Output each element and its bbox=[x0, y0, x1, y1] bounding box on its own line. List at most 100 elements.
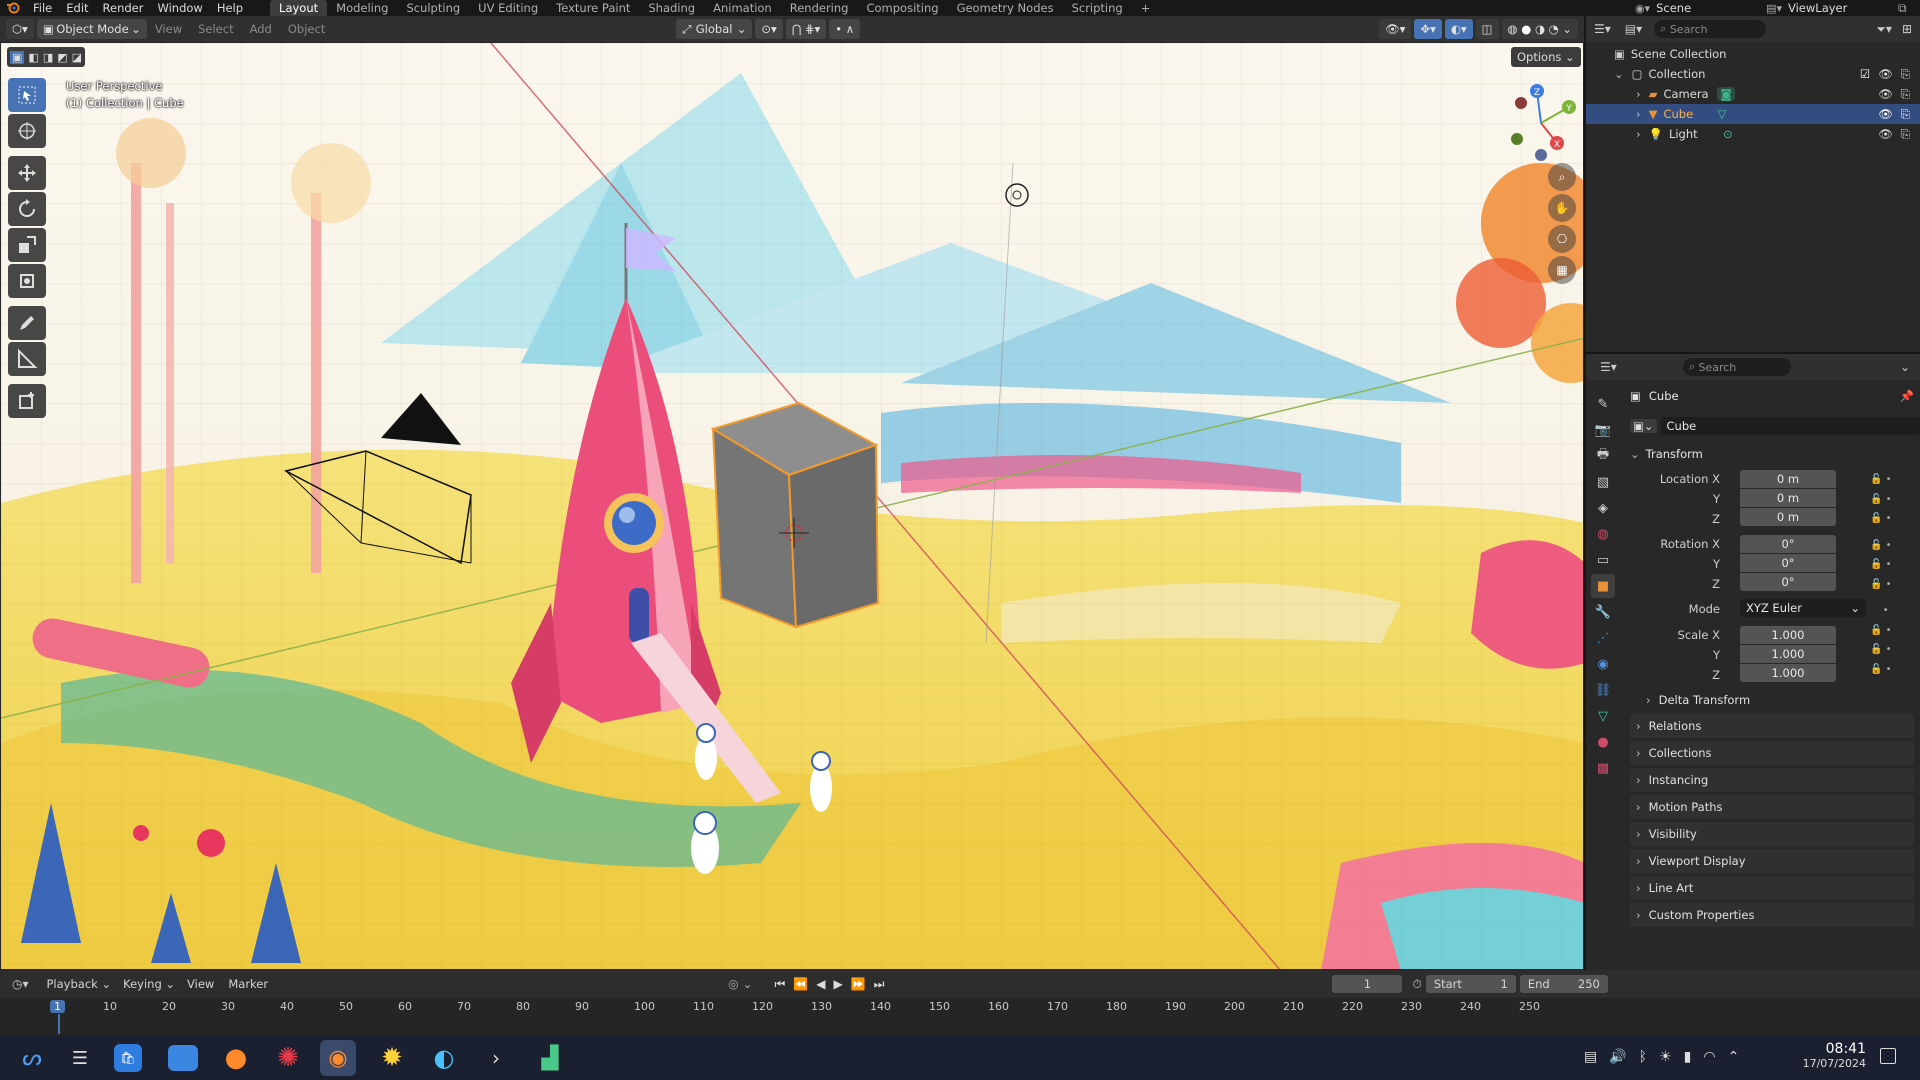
panel-motion-paths[interactable]: › Motion Paths bbox=[1630, 795, 1914, 819]
timeline-view-menu[interactable]: View bbox=[187, 977, 214, 991]
visibility-button[interactable]: 👁▾ bbox=[1379, 19, 1412, 39]
firefox-icon[interactable]: ● bbox=[218, 1040, 254, 1076]
pivot-button[interactable]: ⊙▾ bbox=[755, 19, 783, 39]
lock-icon[interactable]: 🔓 • bbox=[1870, 555, 1910, 575]
keyframe-dot-icon[interactable]: • bbox=[1870, 601, 1910, 621]
lock-icon[interactable]: 🔓 • bbox=[1870, 640, 1910, 660]
lock-icon[interactable]: 🔓 • bbox=[1870, 490, 1910, 510]
camera-render-icon[interactable]: ⎘ bbox=[1901, 107, 1910, 122]
outliner-editor-icon[interactable]: ☰▾ bbox=[1594, 22, 1611, 36]
snap-button[interactable]: ⋂ ⋕▾ bbox=[785, 19, 827, 39]
stopwatch-icon[interactable]: ⏱ bbox=[1412, 977, 1421, 992]
battery-icon[interactable]: ▮ bbox=[1684, 1049, 1692, 1065]
camera-render-icon[interactable]: ⎘ bbox=[1901, 87, 1910, 102]
tab-layout[interactable]: Layout bbox=[270, 0, 328, 16]
scene-name[interactable]: Scene bbox=[1656, 1, 1766, 15]
rotation-mode-dropdown[interactable]: XYZ Euler ⌄ bbox=[1740, 599, 1866, 617]
output-tab-icon[interactable]: 🖶 bbox=[1591, 444, 1615, 468]
add-menu[interactable]: Add bbox=[242, 22, 280, 36]
camera-data-icon[interactable]: ◙ bbox=[1717, 87, 1735, 101]
lock-icon[interactable]: 🔓 • bbox=[1870, 660, 1910, 680]
transform-panel-header[interactable]: ⌄ Transform bbox=[1630, 444, 1914, 464]
jump-end-icon[interactable]: ⏭ bbox=[874, 977, 885, 992]
current-frame-marker[interactable]: 1 bbox=[50, 1000, 65, 1013]
aperture-app-icon[interactable]: ✺ bbox=[270, 1040, 306, 1076]
constraints-tab-icon[interactable]: ⛓ bbox=[1591, 678, 1615, 702]
timeline-ruler[interactable]: 1 10 20 30 40 50 60 70 80 90 100 110 120 130 140 150 160… bbox=[0, 998, 1584, 1034]
orientation-dropdown[interactable]: ⤢ Global ⌄ bbox=[676, 19, 753, 39]
move-tool[interactable] bbox=[8, 156, 46, 190]
volume-icon[interactable]: 🔊 bbox=[1609, 1049, 1626, 1065]
auto-keying-icon[interactable]: ◎ ⌄ bbox=[728, 977, 752, 991]
eye-icon[interactable]: 👁 bbox=[1878, 67, 1893, 81]
launcher-icon[interactable]: ᔕ bbox=[14, 1040, 50, 1076]
object-tab-icon[interactable]: ■ bbox=[1591, 574, 1615, 598]
object-name-field[interactable]: Cube bbox=[1660, 417, 1920, 435]
tab-uv-editing[interactable]: UV Editing bbox=[469, 0, 547, 16]
wifi-icon[interactable]: ◠ bbox=[1703, 1049, 1715, 1065]
data-tab-icon[interactable]: ▽ bbox=[1591, 704, 1615, 728]
show-desktop-icon[interactable] bbox=[1880, 1048, 1896, 1064]
menu-help[interactable]: Help bbox=[210, 1, 250, 15]
shading-buttons[interactable]: ◍ ● ◑ ◔ ⌄ bbox=[1501, 19, 1578, 39]
world-tab-icon[interactable]: ◍ bbox=[1591, 522, 1615, 546]
select-new-icon[interactable]: ▣ bbox=[10, 50, 25, 64]
outliner-row-cube[interactable]: › ▼ Cube ▽ 👁 ⎘ bbox=[1586, 104, 1920, 124]
view-layer-tab-icon[interactable]: ▧ bbox=[1591, 470, 1615, 494]
object-menu[interactable]: Object bbox=[280, 22, 333, 36]
panel-collections[interactable]: › Collections bbox=[1630, 741, 1914, 765]
end-frame-field[interactable]: End 250 bbox=[1519, 975, 1608, 993]
properties-editor-icon[interactable]: ☰▾ bbox=[1600, 360, 1617, 374]
material-shading-icon[interactable]: ◑ bbox=[1535, 22, 1545, 36]
select-subtract-icon[interactable]: ◨ bbox=[43, 51, 53, 64]
timeline-editor-icon[interactable]: ◷▾ bbox=[12, 977, 29, 991]
view-layer-name[interactable]: ViewLayer bbox=[1788, 1, 1898, 15]
browser-app-icon[interactable]: ◐ bbox=[426, 1040, 462, 1076]
xray-button[interactable]: ◫ bbox=[1475, 19, 1499, 39]
rotation-x-field[interactable]: 0° bbox=[1740, 535, 1836, 553]
expand-right-icon[interactable]: › bbox=[1636, 107, 1641, 121]
add-cube-tool[interactable] bbox=[8, 384, 46, 418]
expand-down-icon[interactable]: ⌄ bbox=[1614, 67, 1624, 81]
camera-view-icon[interactable]: ⎔ bbox=[1548, 225, 1576, 253]
play-reverse-icon[interactable]: ◀ bbox=[816, 977, 825, 991]
file-manager-icon[interactable] bbox=[168, 1045, 198, 1071]
panel-custom-properties[interactable]: › Custom Properties bbox=[1630, 903, 1914, 927]
scale-x-field[interactable]: 1.000 bbox=[1740, 626, 1836, 644]
lock-icon[interactable]: 🔓 • bbox=[1870, 621, 1910, 641]
menu-file[interactable]: File bbox=[26, 1, 59, 15]
material-tab-icon[interactable]: ● bbox=[1591, 730, 1615, 754]
tab-shading[interactable]: Shading bbox=[639, 0, 704, 16]
current-frame-field[interactable]: 1 bbox=[1332, 975, 1403, 993]
tab-modeling[interactable]: Modeling bbox=[327, 0, 397, 16]
camera-render-icon[interactable]: ⎘ bbox=[1901, 67, 1910, 82]
tab-texture-paint[interactable]: Texture Paint bbox=[547, 0, 639, 16]
eye-icon[interactable]: 👁 bbox=[1878, 107, 1893, 121]
system-settings-icon[interactable]: ☰ bbox=[62, 1040, 98, 1076]
clock[interactable]: 08:41 17/07/2024 bbox=[1796, 1041, 1866, 1070]
outliner-row-scene-collection[interactable]: ▣ Scene Collection bbox=[1586, 44, 1920, 64]
panel-viewport-display[interactable]: › Viewport Display bbox=[1630, 849, 1914, 873]
tab-geometry-nodes[interactable]: Geometry Nodes bbox=[948, 0, 1063, 16]
weather-app-icon[interactable]: ✹ bbox=[374, 1040, 410, 1076]
proportional-edit-button[interactable]: • ∧ bbox=[829, 19, 861, 39]
location-y-field[interactable]: 0 m bbox=[1740, 489, 1836, 507]
outliner-row-camera[interactable]: › ▰ Camera ◙ 👁 ⎘ bbox=[1586, 84, 1920, 104]
ortho-grid-icon[interactable]: ▦ bbox=[1548, 256, 1576, 284]
panel-relations[interactable]: › Relations bbox=[1630, 714, 1914, 738]
scale-y-field[interactable]: 1.000 bbox=[1740, 645, 1836, 663]
menu-render[interactable]: Render bbox=[96, 1, 151, 15]
expand-right-icon[interactable]: › bbox=[1636, 87, 1641, 101]
select-intersect-icon[interactable]: ◪ bbox=[72, 51, 82, 64]
app-store-icon[interactable]: 🛍 bbox=[114, 1044, 142, 1072]
select-extend-icon[interactable]: ◧ bbox=[28, 51, 38, 64]
system-monitor-icon[interactable]: ▟ bbox=[532, 1040, 568, 1076]
annotate-tool[interactable] bbox=[8, 306, 46, 340]
tab-sculpting[interactable]: Sculpting bbox=[397, 0, 469, 16]
lock-icon[interactable]: 🔓 • bbox=[1870, 470, 1910, 490]
options-button[interactable]: Options ⌄ bbox=[1511, 47, 1581, 67]
play-icon[interactable]: ▶ bbox=[833, 977, 842, 991]
collection-tab-icon[interactable]: ▭ bbox=[1591, 548, 1615, 572]
render-tab-icon[interactable]: 📷 bbox=[1591, 418, 1615, 442]
expand-right-icon[interactable]: › bbox=[1636, 127, 1641, 141]
